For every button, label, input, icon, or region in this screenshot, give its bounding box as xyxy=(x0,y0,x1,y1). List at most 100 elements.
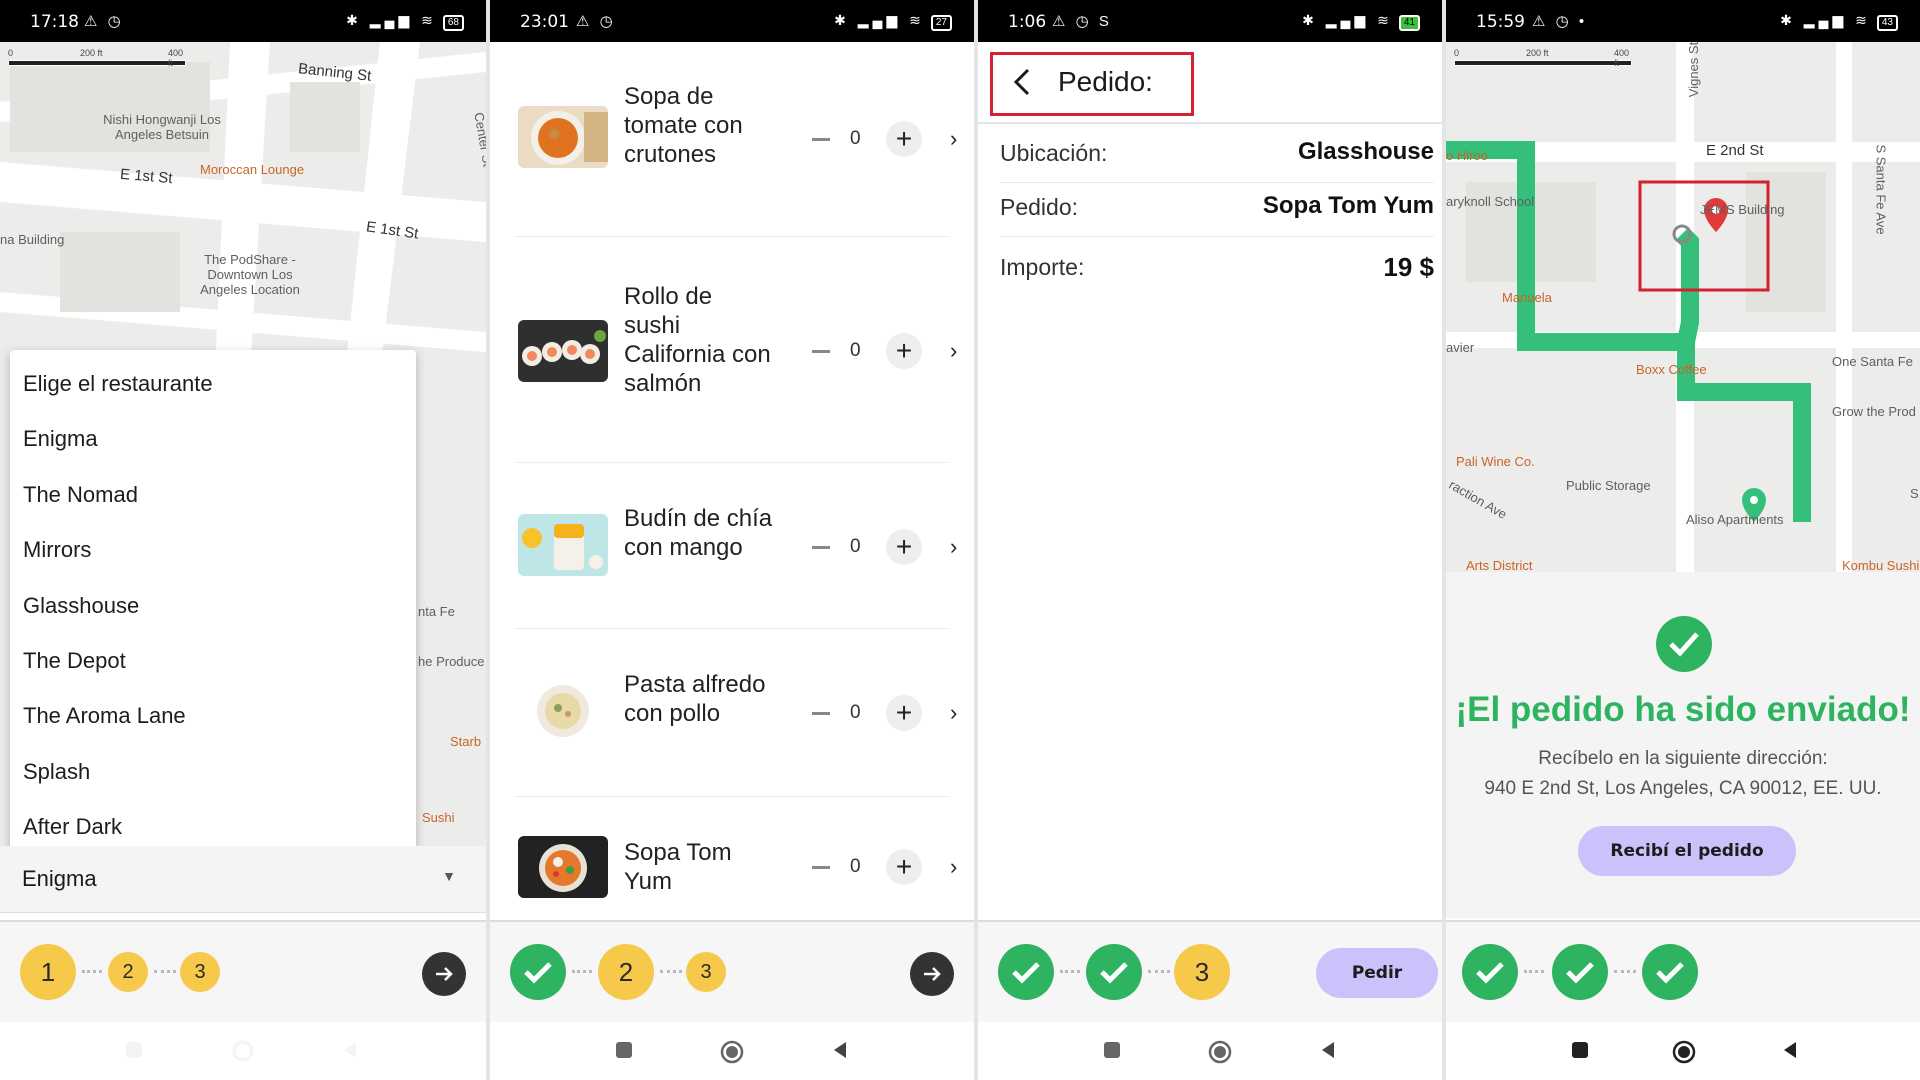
map-streets xyxy=(1446,42,1920,572)
check-icon xyxy=(1476,962,1504,984)
next-arrow-button[interactable] xyxy=(422,952,466,996)
home-icon[interactable] xyxy=(720,1040,744,1064)
map-label-boxx: Boxx Coffee xyxy=(1636,362,1707,377)
dropdown-item-glasshouse[interactable]: Glasshouse xyxy=(10,578,416,633)
chevron-right-icon[interactable]: › xyxy=(950,854,957,880)
order-row-label: Ubicación: xyxy=(1000,140,1108,166)
home-icon[interactable] xyxy=(1208,1040,1232,1064)
map-label-arts: Arts District xyxy=(1466,558,1533,572)
step-connector xyxy=(1148,970,1170,973)
menu-item[interactable]: Rollo de sushi California con salmón 0 +… xyxy=(514,236,957,463)
battery-indicator: 27 xyxy=(930,15,952,31)
dropdown-item-the-nomad[interactable]: The Nomad xyxy=(10,467,416,522)
back-nav-icon[interactable] xyxy=(340,1040,360,1060)
decrement-button[interactable] xyxy=(812,866,830,869)
chevron-right-icon[interactable]: › xyxy=(950,700,957,726)
restaurant-select[interactable]: Enigma ▼ xyxy=(0,846,486,913)
menu-item[interactable]: Sopa de tomate con crutones 0 + › xyxy=(514,60,957,237)
menu-item[interactable]: Budín de chía con mango 0 + › xyxy=(514,462,957,629)
decrement-button[interactable] xyxy=(812,712,830,715)
menu-item-name: Pasta alfredo con pollo xyxy=(624,671,766,727)
chevron-right-icon[interactable]: › xyxy=(950,534,957,560)
menu-item[interactable]: Pasta alfredo con pollo 0 + › xyxy=(514,628,957,797)
recents-icon[interactable] xyxy=(1102,1040,1122,1060)
order-received-button[interactable]: Recibí el pedido xyxy=(1578,826,1796,876)
signal-icons: ✱ ▂▄▆ ≋ 41 xyxy=(1302,12,1420,31)
status-bar: 17:18 ⚠ ◷ ✱ ▂▄▆ ≋ 68 xyxy=(0,0,486,42)
step-3-indicator: 3 xyxy=(180,952,220,992)
recents-icon[interactable] xyxy=(614,1040,634,1060)
tom-yum-soup-image xyxy=(518,836,608,898)
step-3-complete-indicator xyxy=(1642,944,1698,1000)
menu-item-name: Rollo de sushi California con salmón xyxy=(624,283,771,397)
decrement-button[interactable] xyxy=(812,546,830,549)
back-nav-icon[interactable] xyxy=(830,1040,850,1060)
increment-button[interactable]: + xyxy=(886,333,922,369)
order-row-location: Ubicación: Glasshouse xyxy=(1000,128,1434,183)
stepper-bar: 1 2 3 xyxy=(0,920,486,1022)
menu-item[interactable]: Sopa Tom Yum 0 + › xyxy=(514,796,957,918)
map-label-podshare: The PodShare - Downtown Los Angeles Loca… xyxy=(200,252,300,297)
back-nav-icon[interactable] xyxy=(1780,1040,1800,1060)
next-arrow-button[interactable] xyxy=(910,952,954,996)
route-map-view[interactable]: 0 200 ft 400 ft Vignes St o Hiroo E 2nd … xyxy=(1446,42,1920,572)
system-nav-bar xyxy=(1446,1022,1920,1080)
signal-icons: ✱ ▂▄▆ ≋ 43 xyxy=(1780,12,1898,31)
step-connector xyxy=(82,970,102,973)
dropdown-item-the-depot[interactable]: The Depot xyxy=(10,633,416,688)
step-2-indicator: 2 xyxy=(598,944,654,1000)
order-success-card: ¡El pedido ha sido enviado! Recíbelo en … xyxy=(1446,572,1920,918)
menu-item-name: Budín de chía con mango xyxy=(624,505,773,561)
check-icon xyxy=(1656,962,1684,984)
dropdown-item-placeholder[interactable]: Elige el restaurante xyxy=(10,356,416,411)
increment-button[interactable]: + xyxy=(886,121,922,157)
map-scale: 0 200 ft 400 ft xyxy=(1454,48,1632,68)
map-label-pali: Pali Wine Co. xyxy=(1456,454,1535,469)
dropdown-item-splash[interactable]: Splash xyxy=(10,744,416,799)
alarm-icon: ⚠ ◷ xyxy=(84,13,124,30)
recents-icon[interactable] xyxy=(124,1040,144,1060)
system-nav-bar xyxy=(0,1022,486,1080)
dropdown-item-aroma-lane[interactable]: The Aroma Lane xyxy=(10,688,416,743)
check-icon xyxy=(1566,962,1594,984)
home-icon[interactable] xyxy=(232,1040,254,1062)
screen-restaurant-select: 17:18 ⚠ ◷ ✱ ▂▄▆ ≋ 68 0 200 ft 400 ft Bann… xyxy=(0,0,486,1080)
chia-pudding-image xyxy=(518,514,608,576)
back-nav-icon[interactable] xyxy=(1318,1040,1338,1060)
chevron-right-icon[interactable]: › xyxy=(950,126,957,152)
back-arrow-icon[interactable] xyxy=(1012,68,1032,96)
step-connector xyxy=(1524,970,1544,973)
battery-indicator: 68 xyxy=(442,15,464,31)
arrow-right-icon xyxy=(436,967,453,981)
order-row-amount: Importe: 19 $ xyxy=(1000,242,1434,296)
step-2-complete-indicator xyxy=(1552,944,1608,1000)
step-1-indicator: 1 xyxy=(20,944,76,1000)
step-1-complete-indicator xyxy=(998,944,1054,1000)
recents-icon[interactable] xyxy=(1570,1040,1590,1060)
battery-indicator: 41 xyxy=(1398,15,1420,31)
signal-icons: ✱ ▂▄▆ ≋ 27 xyxy=(834,12,952,31)
status-time: 15:59 xyxy=(1476,12,1525,32)
screen-menu: 23:01 ⚠ ◷ ✱ ▂▄▆ ≋ 27 Sopa de tomate con c… xyxy=(490,0,974,1080)
status-time: 17:18 xyxy=(30,12,79,32)
increment-button[interactable]: + xyxy=(886,695,922,731)
arrow-right-icon xyxy=(924,967,941,981)
chevron-right-icon[interactable]: › xyxy=(950,338,957,364)
decrement-button[interactable] xyxy=(812,138,830,141)
quantity-value: 0 xyxy=(850,856,861,877)
map-label-edge: S xyxy=(1910,486,1919,501)
check-icon xyxy=(1100,962,1128,984)
dropdown-item-mirrors[interactable]: Mirrors xyxy=(10,522,416,577)
map-label-storage: Public Storage xyxy=(1566,478,1651,493)
map-label-aliso: Aliso Apartments xyxy=(1686,512,1784,527)
increment-button[interactable]: + xyxy=(886,849,922,885)
increment-button[interactable]: + xyxy=(886,529,922,565)
decrement-button[interactable] xyxy=(812,350,830,353)
dropdown-item-enigma[interactable]: Enigma xyxy=(10,411,416,466)
step-connector xyxy=(572,970,592,973)
restaurant-dropdown-menu: Elige el restaurante Enigma The Nomad Mi… xyxy=(10,350,416,861)
map-label-building: na Building xyxy=(0,232,65,247)
order-submit-button[interactable]: Pedir xyxy=(1316,948,1438,998)
map-label-vignes: Vignes St xyxy=(1686,42,1702,98)
home-icon[interactable] xyxy=(1672,1040,1696,1064)
